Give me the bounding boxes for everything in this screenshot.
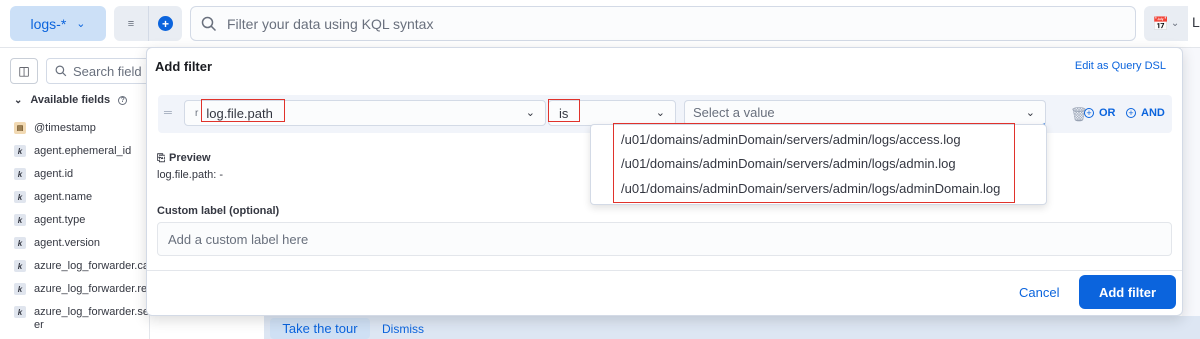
keyword-type-icon: k [14,214,26,226]
filter-menu-button[interactable]: ≡ [114,6,148,41]
and-label: AND [1141,107,1165,119]
preview-icon: ⎘ [157,152,165,164]
or-button[interactable]: + OR [1084,107,1116,119]
field-item-continuation: er [34,319,44,331]
date-range-text: L [1192,14,1200,30]
and-button[interactable]: + AND [1126,107,1165,119]
drag-handle-icon[interactable]: ═ [164,107,172,119]
search-icon [55,65,67,77]
field-name: agent.version [34,237,101,249]
field-item[interactable]: k azure_log_forwarder.re [14,283,147,295]
field-highlight-box [201,99,285,122]
chevron-down-icon: ⌄ [14,94,23,106]
or-label: OR [1099,107,1116,119]
field-name: agent.ephemeral_id [34,145,132,157]
options-highlight-box [613,123,1015,203]
keyword-type-icon: k [14,283,26,295]
add-filter-button[interactable]: + [148,6,182,41]
field-sidebar: ◫ Search field n ⌄ Available fields ? ▤ … [0,48,156,339]
chevron-down-icon: ⌄ [1170,18,1180,29]
keyword-type-icon: k [14,145,26,157]
data-view-picker[interactable]: logs-* ⌄ [10,6,106,41]
custom-label-title: Custom label (optional) [157,205,280,217]
keyword-type-icon: k [14,168,26,180]
field-type-prefix: r [195,107,199,119]
value-placeholder: Select a value [693,105,775,120]
content-area-edge [1182,48,1200,339]
keyword-type-icon: k [14,306,26,318]
field-name: agent.name [34,191,93,203]
dismiss-link[interactable]: Dismiss [382,322,424,336]
field-search-placeholder: Search field n [73,63,153,79]
chevron-down-icon: ⌄ [525,107,535,119]
preview-title: Preview [169,152,211,164]
chevron-down-icon: ⌄ [1025,107,1035,119]
plus-circle-icon: + [158,16,173,31]
edit-as-query-dsl-link[interactable]: Edit as Query DSL [1075,60,1166,72]
field-item[interactable]: k azure_log_forwarder.ca [14,260,149,272]
field-name: agent.id [34,168,74,180]
data-view-label: logs-* [30,15,67,32]
custom-label-placeholder: Add a custom label here [168,231,309,247]
chevron-down-icon: ⌄ [76,18,86,30]
available-fields-title: Available fields [30,94,111,106]
field-item[interactable]: k agent.ephemeral_id [14,145,131,157]
collapse-sidebar-button[interactable]: ◫ [10,58,38,84]
take-tour-button[interactable]: Take the tour [270,318,370,339]
panel-toggle-icon: ◫ [18,64,30,78]
available-fields-header[interactable]: ⌄ Available fields ? [14,94,128,106]
field-name: azure_log_forwarder.se [34,306,149,318]
footer-divider [147,270,1182,271]
filter-lines-icon: ≡ [127,17,135,30]
add-filter-submit-button[interactable]: Add filter [1079,275,1176,309]
search-placeholder: Filter your data using KQL syntax [227,15,434,32]
date-picker-button[interactable]: 📅 ⌄ [1144,6,1188,41]
plus-circle-icon: + [1084,108,1094,118]
custom-label-input[interactable]: Add a custom label here [157,222,1172,256]
operator-highlight-box [548,99,580,122]
kql-search-input[interactable]: Filter your data using KQL syntax [190,6,1136,41]
field-item[interactable]: k agent.type [14,214,85,226]
search-icon [201,16,217,31]
info-icon: ? [118,95,128,105]
keyword-type-icon: k [14,191,26,203]
field-search-input[interactable]: Search field n [46,58,156,84]
preview-text: log.file.path: - [157,169,224,181]
cancel-button[interactable]: Cancel [1019,285,1059,300]
popover-title: Add filter [155,59,213,74]
field-item[interactable]: ▤ @timestamp [14,122,96,134]
chevron-down-icon: ⌄ [655,107,665,119]
field-name: agent.type [34,214,86,226]
field-name: azure_log_forwarder.ca [34,260,149,272]
date-type-icon: ▤ [14,122,26,134]
query-bar: logs-* ⌄ ≡ + Filter your data using KQL … [0,0,1200,48]
field-item[interactable]: k agent.version [14,237,100,249]
field-item[interactable]: k agent.name [14,191,92,203]
keyword-type-icon: k [14,237,26,249]
field-name: @timestamp [34,122,96,134]
field-item[interactable]: k azure_log_forwarder.se [14,306,149,318]
keyword-type-icon: k [14,260,26,272]
field-item[interactable]: k agent.id [14,168,73,180]
calendar-icon: 📅 [1152,15,1169,31]
preview-header: ⎘ Preview [157,152,211,164]
plus-circle-icon: + [1126,108,1136,118]
field-name: er [34,319,44,331]
field-name: azure_log_forwarder.re [34,283,148,295]
